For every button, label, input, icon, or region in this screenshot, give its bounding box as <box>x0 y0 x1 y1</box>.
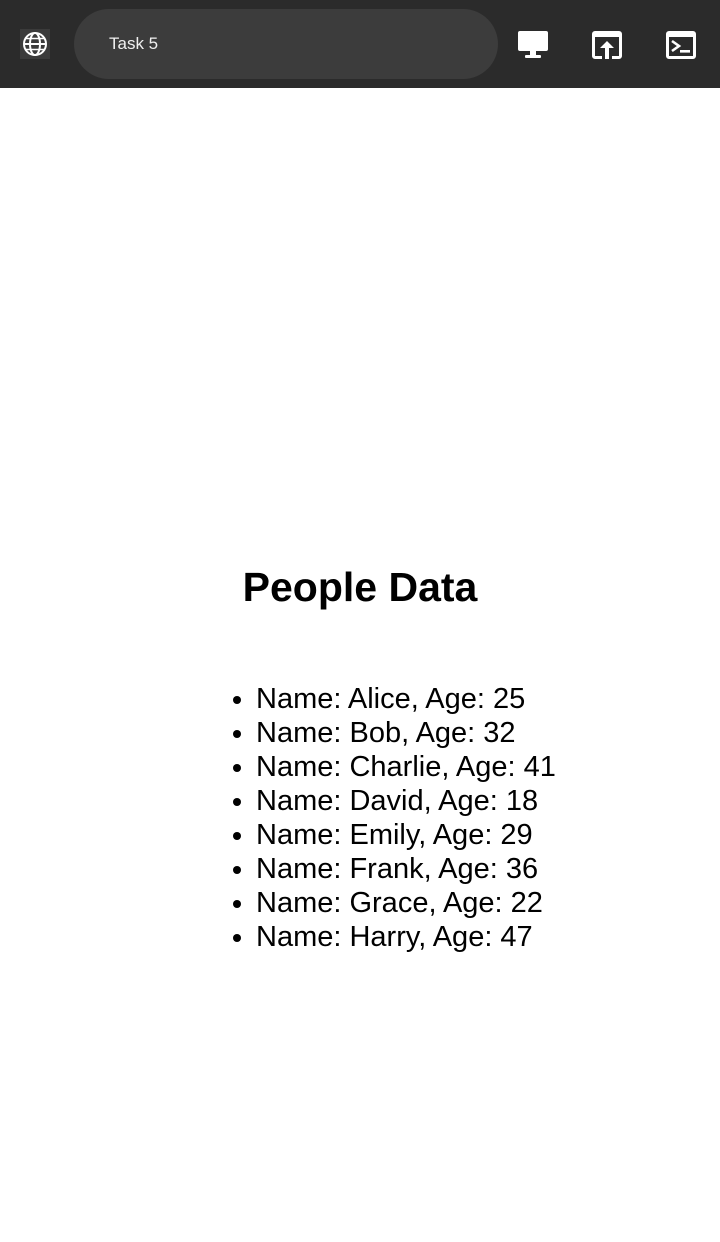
desktop-icon[interactable] <box>517 29 549 61</box>
list-item: Name: Grace, Age: 22 <box>256 886 556 920</box>
list-item: Name: Emily, Age: 29 <box>256 818 556 852</box>
list-item: Name: Frank, Age: 36 <box>256 852 556 886</box>
list-item: Name: Charlie, Age: 41 <box>256 750 556 784</box>
list-item: Name: Alice, Age: 25 <box>256 682 556 716</box>
globe-icon[interactable] <box>20 29 50 59</box>
list-item: Name: Bob, Age: 32 <box>256 716 556 750</box>
page-content: People Data Name: Alice, Age: 25 Name: B… <box>0 88 720 1242</box>
open-in-browser-icon[interactable] <box>591 29 623 61</box>
terminal-icon[interactable] <box>665 29 697 61</box>
address-text: Task 5 <box>109 34 159 53</box>
people-list: Name: Alice, Age: 25 Name: Bob, Age: 32 … <box>224 682 556 954</box>
address-bar[interactable]: Task 5 <box>74 9 498 79</box>
list-item: Name: David, Age: 18 <box>256 784 556 818</box>
page-title: People Data <box>242 564 478 610</box>
list-item: Name: Harry, Age: 47 <box>256 920 556 954</box>
browser-toolbar: Task 5 <box>0 0 720 88</box>
